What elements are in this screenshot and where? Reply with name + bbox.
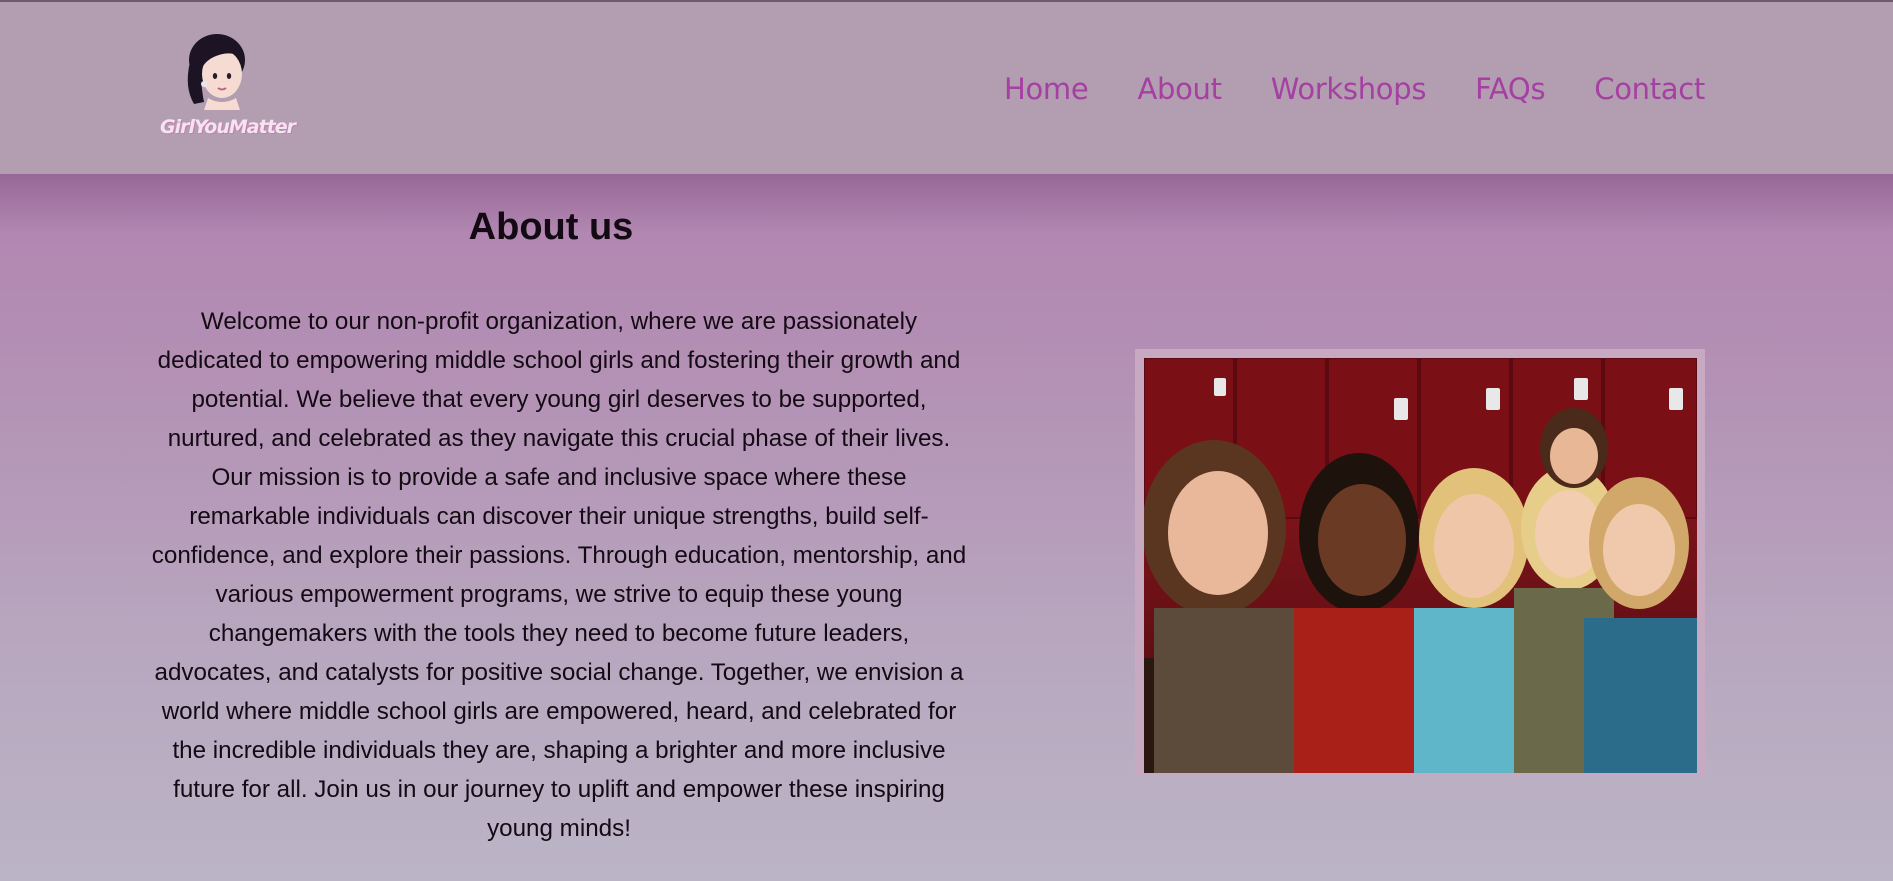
about-paragraph: Welcome to our non-profit organization, … — [151, 308, 967, 842]
nav-home[interactable]: Home — [1004, 72, 1089, 106]
group-photo — [1144, 358, 1697, 773]
site-header: GirlYouMatter Home About Workshops FAQs … — [0, 2, 1893, 174]
nav-faqs[interactable]: FAQs — [1475, 72, 1545, 106]
group-of-girls-image — [1144, 358, 1697, 773]
page-title: About us — [468, 206, 634, 248]
nav-contact[interactable]: Contact — [1594, 72, 1705, 106]
nav-about[interactable]: About — [1137, 72, 1222, 106]
logo[interactable]: GirlYouMatter — [160, 32, 296, 147]
photo-frame — [1135, 349, 1705, 776]
main-nav: Home About Workshops FAQs Contact — [1004, 72, 1705, 106]
logo-text: GirlYouMatter — [160, 116, 296, 138]
nav-workshops[interactable]: Workshops — [1271, 72, 1427, 106]
girl-avatar-icon — [187, 34, 245, 110]
